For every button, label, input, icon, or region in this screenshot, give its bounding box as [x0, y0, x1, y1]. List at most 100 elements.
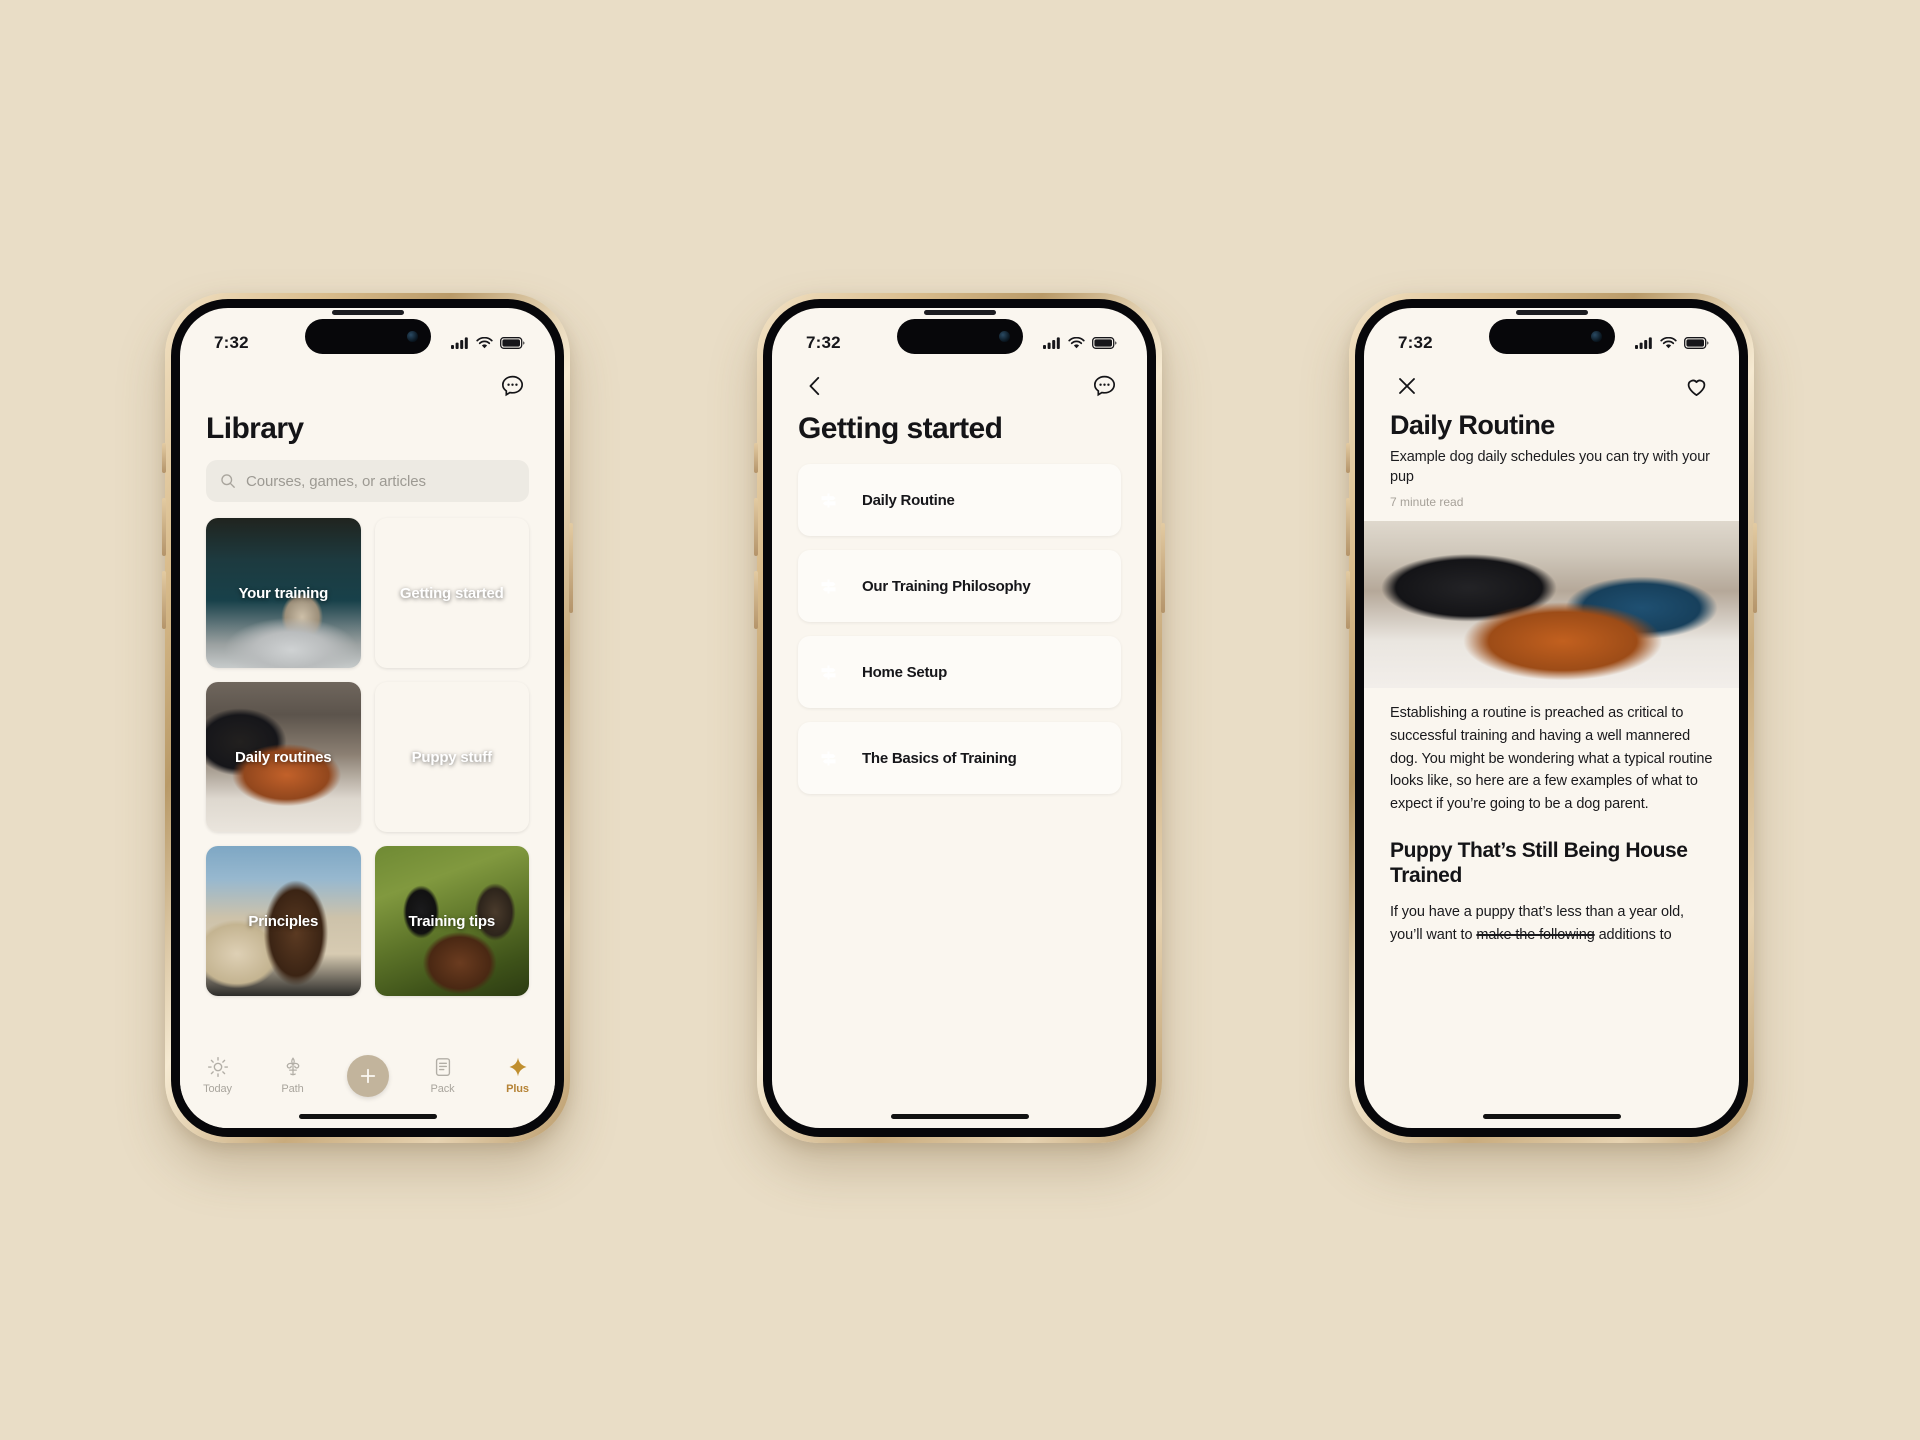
heart-outline-icon [1687, 379, 1705, 396]
signpost-icon [810, 732, 846, 784]
status-indicators [1635, 337, 1709, 349]
status-time: 7:32 [214, 333, 249, 352]
status-indicators [451, 337, 525, 349]
volume-down-button[interactable] [1346, 571, 1350, 629]
power-button[interactable] [569, 523, 573, 613]
front-camera-icon [406, 331, 418, 342]
chat-bubble-icon[interactable] [1087, 369, 1121, 403]
silent-switch[interactable] [162, 443, 166, 473]
screen-getting-started: 7:32 Getting started Daily Routine Our T… [772, 308, 1147, 1128]
tab-today[interactable]: Today [187, 1056, 249, 1095]
battery-icon [1092, 337, 1117, 349]
home-indicator[interactable] [1482, 1114, 1621, 1119]
earpiece-speaker [1515, 310, 1588, 315]
article-topbar [1364, 364, 1739, 406]
close-x-icon [1399, 378, 1415, 394]
signpost-icon [810, 560, 846, 612]
phone-getting-started: 7:32 Getting started Daily Routine Our T… [754, 293, 1165, 1143]
tab-pack[interactable]: Pack [412, 1056, 474, 1095]
battery-icon [500, 337, 525, 349]
article-title: Daily Routine [1390, 410, 1555, 440]
library-grid: Your training Getting started Daily rout… [206, 518, 529, 996]
document-icon [435, 1058, 450, 1076]
favorite-button[interactable] [1679, 369, 1713, 403]
library-tile-your-training[interactable]: Your training [206, 518, 361, 668]
add-fab[interactable] [346, 1055, 389, 1097]
signpost-icon [810, 474, 846, 526]
list-item-daily-routine[interactable]: Daily Routine [798, 464, 1121, 536]
list-item-home-setup[interactable]: Home Setup [798, 636, 1121, 708]
volume-up-button[interactable] [754, 498, 758, 556]
tab-label: Pack [430, 1083, 455, 1095]
back-button[interactable] [798, 369, 832, 403]
phone-bezel: 7:32 [763, 299, 1156, 1137]
power-button[interactable] [1753, 523, 1757, 613]
tab-plus[interactable]: Plus [487, 1056, 549, 1095]
page-title: Library [206, 412, 304, 445]
article-hero-image [1364, 521, 1739, 688]
search-input[interactable]: Courses, games, or articles [206, 460, 529, 502]
power-button[interactable] [1161, 523, 1165, 613]
dynamic-island [304, 319, 431, 354]
signpost-icon [810, 646, 846, 698]
list-item-our-training-philosophy[interactable]: Our Training Philosophy [798, 550, 1121, 622]
status-time: 7:32 [1398, 333, 1433, 352]
signal-bars-icon [451, 337, 468, 349]
tab-path[interactable]: Path [262, 1056, 324, 1095]
sun-icon [207, 1056, 228, 1078]
getting-started-topbar [772, 364, 1147, 406]
close-button[interactable] [1390, 369, 1424, 403]
phone-bezel: 7:32 [171, 299, 564, 1137]
volume-up-button[interactable] [1346, 498, 1350, 556]
status-time: 7:32 [806, 333, 841, 352]
library-tile-getting-started[interactable]: Getting started [375, 518, 530, 668]
dynamic-island [1488, 319, 1615, 354]
chat-bubble-icon[interactable] [495, 369, 529, 403]
library-tile-training-tips[interactable]: Training tips [374, 846, 529, 996]
list-item-label: The Basics of Training [862, 749, 1017, 767]
silent-switch[interactable] [1346, 443, 1350, 473]
library-tile-puppy-stuff[interactable]: Puppy stuff [375, 682, 530, 832]
tab-add-button[interactable] [337, 1055, 399, 1102]
earpiece-speaker [923, 310, 996, 315]
article-read-time: 7 minute read [1390, 495, 1464, 509]
signal-bars-icon [1635, 337, 1652, 349]
paragraph-2-part-2: additions to [1594, 926, 1672, 943]
home-indicator[interactable] [890, 1114, 1029, 1119]
front-camera-icon [998, 331, 1010, 342]
list-item-the-basics-of-training[interactable]: The Basics of Training [798, 722, 1121, 794]
earpiece-speaker [331, 310, 404, 315]
search-icon [221, 474, 235, 488]
article-heading-1: Puppy That’s Still Being House Trained [1390, 838, 1688, 888]
list-item-label: Daily Routine [862, 491, 955, 509]
tab-label: Today [203, 1083, 232, 1095]
list-item-label: Our Training Philosophy [862, 577, 1031, 595]
screen-article: 7:32 Daily Routine Example dog daily sch… [1364, 308, 1739, 1128]
library-tile-principles[interactable]: Principles [206, 846, 361, 996]
tile-label: Daily routines [235, 748, 332, 766]
tile-label: Getting started [399, 584, 504, 602]
silent-switch[interactable] [754, 443, 758, 473]
screenshot-canvas: 7:32 Library Courses, games, or articles… [0, 0, 1920, 1440]
library-tile-daily-routines[interactable]: Daily routines [206, 682, 361, 832]
article-body: Establishing a routine is preached as cr… [1364, 688, 1739, 946]
signal-bars-icon [1043, 337, 1060, 349]
article-paragraph-1: Establishing a routine is preached as cr… [1390, 705, 1713, 812]
volume-up-button[interactable] [162, 498, 166, 556]
list-item-label: Home Setup [862, 663, 948, 681]
volume-down-button[interactable] [162, 571, 166, 629]
battery-icon [1684, 337, 1709, 349]
page-title: Getting started [798, 412, 1003, 445]
home-indicator[interactable] [298, 1114, 437, 1119]
search-placeholder: Courses, games, or articles [246, 472, 426, 490]
article-list: Daily Routine Our Training Philosophy Ho… [772, 446, 1147, 794]
tile-label: Your training [238, 584, 329, 602]
phone-article: 7:32 Daily Routine Example dog daily sch… [1346, 293, 1757, 1143]
tab-label: Path [281, 1083, 304, 1095]
article-subtitle: Example dog daily schedules you can try … [1390, 449, 1710, 485]
paragraph-2-strikethrough: make the following [1476, 926, 1595, 943]
volume-down-button[interactable] [754, 571, 758, 629]
dynamic-island [896, 319, 1023, 354]
phone-library: 7:32 Library Courses, games, or articles… [162, 293, 573, 1143]
article-paragraph-2: If you have a puppy that’s less than a y… [1390, 901, 1713, 947]
